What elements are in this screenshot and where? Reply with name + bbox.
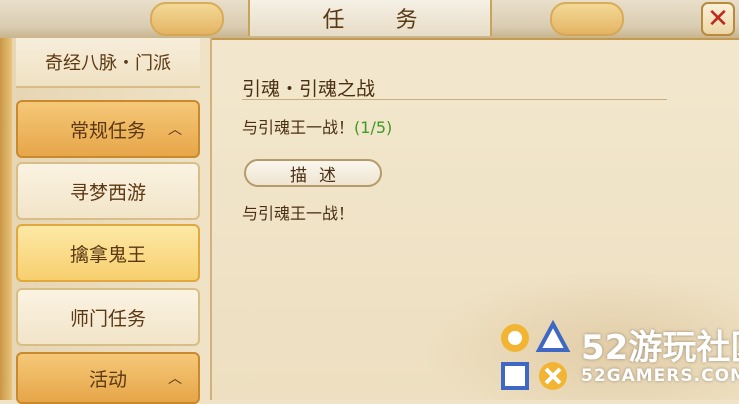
site-watermark: 52游玩社区 52GAMERS.COM [495,318,739,400]
quest-goal-progress: (1/5) [354,118,393,137]
nav-item-meridian-sect[interactable]: 奇经八脉・门派 [16,38,200,88]
nav-item-label: 师门任务 [69,307,146,330]
nav-item-label: 擒拿鬼王 [69,243,146,266]
gamepad-buttons-icon [501,319,571,390]
close-button[interactable]: ✕ [701,2,735,36]
quest-description: 与引魂王一战！ [242,204,355,223]
nav-item-label: 奇经八脉・门派 [45,53,171,74]
quest-window: 任 务 ✕ 奇经八脉・门派 常规任务 ︿ 寻梦西游 擒拿鬼王 师门任务 活动 ︿… [0,0,739,404]
title-ornament-right [550,2,624,36]
nav-item-capture-ghost-king[interactable]: 擒拿鬼王 [16,224,200,282]
nav-header-activities[interactable]: 活动 ︿ [16,352,200,404]
quest-title: 引魂・引魂之战 [242,78,376,100]
title-divider [242,99,667,100]
title-ornament-left [150,2,224,36]
title-bar: 任 务 [0,0,739,40]
quest-goal: 与引魂王一战！(1/5) [242,114,392,138]
watermark-name: 52游玩社区 [581,328,739,368]
close-icon: ✕ [707,4,729,34]
nav-item-label: 寻梦西游 [69,181,146,204]
description-tag: 描述 [244,159,382,187]
watermark-url: 52GAMERS.COM [581,366,739,386]
nav-item-label: 活动 [88,368,127,391]
sidebar-rail [0,38,12,400]
chevron-up-icon: ︿ [168,122,182,138]
nav-header-regular-quests[interactable]: 常规任务 ︿ [16,100,200,158]
nav-item-sect-quests[interactable]: 师门任务 [16,288,200,346]
quest-goal-text: 与引魂王一战！ [242,118,355,137]
chevron-up-icon: ︿ [168,371,182,387]
window-title: 任 务 [322,8,440,33]
nav-item-dream-journey[interactable]: 寻梦西游 [16,162,200,220]
title-plaque: 任 务 [248,0,492,36]
nav-item-label: 常规任务 [69,119,146,142]
